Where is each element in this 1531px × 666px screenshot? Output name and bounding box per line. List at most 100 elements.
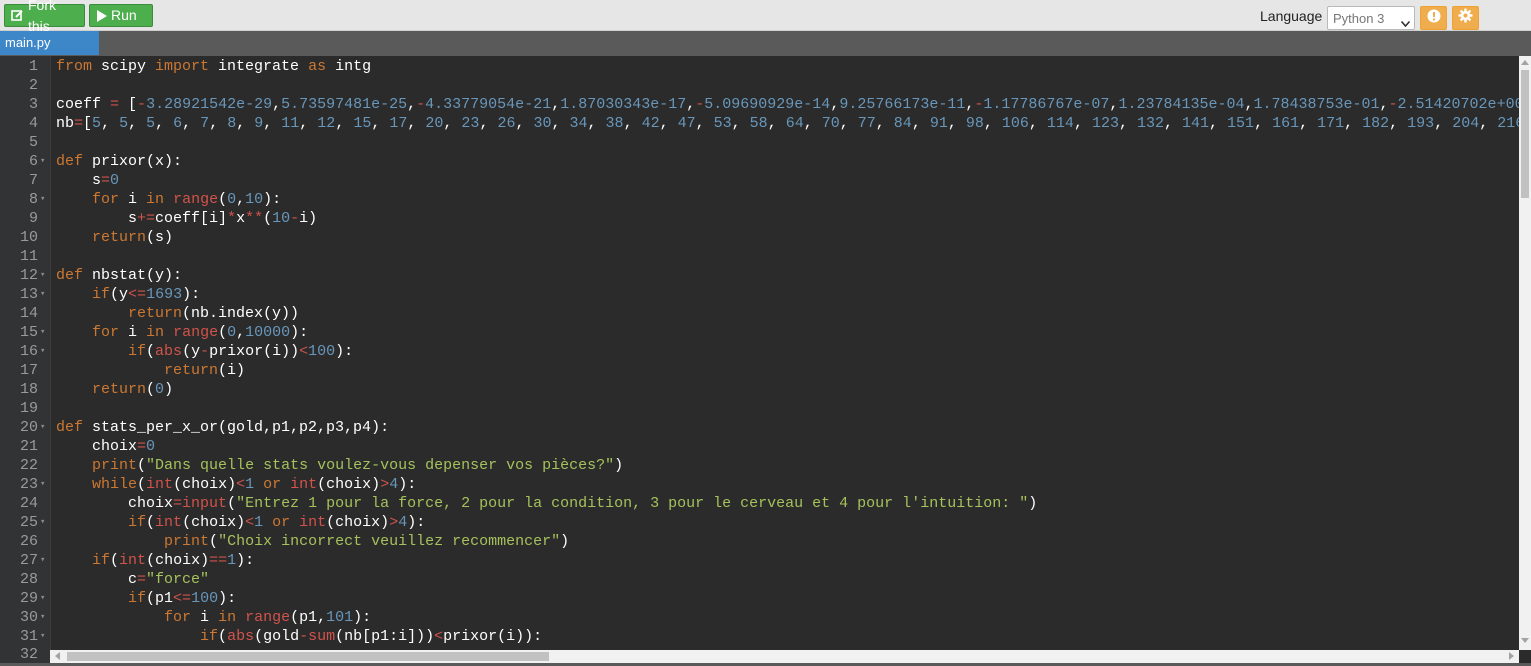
code-line[interactable]: 20 ▾ def stats_per_x_or(gold,p1,p2,p3,p4): [0, 418, 1519, 437]
code-token: ) [560, 533, 570, 550]
code-token: choix [56, 495, 174, 512]
code-token: choix [56, 438, 138, 455]
code-text: if(abs(gold-sum(nb[p1:i]))<prixor(i)): [56, 627, 542, 646]
line-number: 26 [19, 533, 38, 550]
code-token: 4.33779054e-21 [425, 96, 552, 113]
code-line[interactable]: 27 ▾ if(int(choix)==1): [0, 551, 1519, 570]
code-token: 77 [857, 115, 876, 132]
code-line[interactable]: 21 choix=0 [0, 437, 1519, 456]
code-line[interactable]: 7 s=0 [0, 171, 1519, 190]
code-line[interactable]: 22 print("Dans quelle stats voulez-vous … [0, 456, 1519, 475]
fold-arrow-icon[interactable]: ▾ [40, 152, 49, 171]
code-token: return [128, 305, 183, 322]
code-token: < [299, 343, 309, 360]
fold-arrow-icon[interactable]: ▾ [40, 342, 49, 361]
code-line[interactable]: 2 [0, 76, 1519, 95]
scroll-right-arrow-icon[interactable] [1509, 652, 1514, 660]
code-token: int [119, 552, 147, 569]
code-line[interactable]: 26 print("Choix incorrect veuillez recom… [0, 532, 1519, 551]
code-line[interactable]: 29 ▾ if(p1<=100): [0, 589, 1519, 608]
code-line[interactable]: 13 ▾ if(y<=1693): [0, 285, 1519, 304]
line-number: 16 [19, 343, 38, 360]
code-token: 47 [677, 115, 696, 132]
fold-arrow-icon[interactable]: ▾ [40, 627, 49, 646]
code-line[interactable]: 10 return(s) [0, 228, 1519, 247]
code-line[interactable]: 17 return(i) [0, 361, 1519, 380]
code-token: , [263, 115, 282, 132]
code-editor[interactable]: 1 from scipy import integrate as intg 2 3 co… [0, 56, 1519, 650]
code-token: stats_per_x_or(gold,p1,p2,p3,p4): [83, 419, 390, 436]
code-token: (gold [254, 628, 300, 645]
line-number: 5 [28, 134, 38, 151]
fold-arrow-icon[interactable]: ▾ [40, 266, 49, 285]
tab-main-py[interactable]: main.py [0, 31, 99, 55]
code-text: c="force" [56, 570, 209, 589]
code-text: print("Dans quelle stats voulez-vous dep… [56, 456, 623, 475]
run-button[interactable]: Run [89, 4, 153, 27]
scroll-down-arrow-icon[interactable] [1521, 638, 1529, 643]
code-line[interactable]: 3 coeff = [-3.28921542e-29,5.73597481e-25… [0, 95, 1519, 114]
code-line[interactable]: 15 ▾ for i in range(0,10000): [0, 323, 1519, 342]
fold-arrow-icon[interactable]: ▾ [40, 589, 49, 608]
code-text: if(p1<=100): [56, 589, 236, 608]
code-token: ( [209, 533, 219, 550]
fold-arrow-icon[interactable]: ▾ [40, 418, 49, 437]
code-line[interactable]: 4 nb=[5, 5, 5, 6, 7, 8, 9, 11, 12, 15, 17… [0, 114, 1519, 133]
code-line[interactable]: 9 s+=coeff[i]*x**(10-i) [0, 209, 1519, 228]
code-token: , [551, 96, 561, 113]
code-line[interactable]: 31 ▾ if(abs(gold-sum(nb[p1:i]))<prixor(i)… [0, 627, 1519, 646]
code-token: ): [407, 514, 426, 531]
code-token: 0 [146, 438, 156, 455]
fold-arrow-icon[interactable]: ▾ [40, 190, 49, 209]
code-token: 0 [227, 191, 237, 208]
scroll-left-arrow-icon[interactable] [55, 652, 60, 660]
code-line[interactable]: 28 c="force" [0, 570, 1519, 589]
code-line[interactable]: 12 ▾ def nbstat(y): [0, 266, 1519, 285]
code-token: 101 [326, 609, 354, 626]
code-text: if(int(choix)<1 or int(choix)>4): [56, 513, 425, 532]
horizontal-scroll-thumb[interactable] [67, 652, 549, 661]
code-line[interactable]: 14 return(nb.index(y)) [0, 304, 1519, 323]
info-button[interactable] [1420, 6, 1447, 30]
code-text: return(i) [56, 361, 245, 380]
code-token: 30 [533, 115, 552, 132]
code-line[interactable]: 24 choix=input("Entrez 1 pour la force, … [0, 494, 1519, 513]
code-line[interactable]: 30 ▾ for i in range(p1,101): [0, 608, 1519, 627]
toolbar: Fork this Run Language Python 3 [0, 0, 1531, 34]
line-number: 6 [28, 153, 38, 170]
code-line[interactable]: 25 ▾ if(int(choix)<1 or int(choix)>4): [0, 513, 1519, 532]
code-token: abs [227, 628, 255, 645]
play-icon [96, 9, 107, 22]
fold-arrow-icon[interactable]: ▾ [40, 323, 49, 342]
fold-arrow-icon[interactable]: ▾ [40, 551, 49, 570]
code-line[interactable]: 16 ▾ if(abs(y-prixor(i))<100): [0, 342, 1519, 361]
code-token: (y [110, 286, 129, 303]
settings-button[interactable] [1452, 6, 1479, 30]
code-line[interactable]: 18 return(0) [0, 380, 1519, 399]
code-token: 42 [641, 115, 660, 132]
fold-arrow-icon[interactable]: ▾ [40, 475, 49, 494]
fold-arrow-icon[interactable]: ▾ [40, 513, 49, 532]
vertical-scrollbar[interactable] [1519, 56, 1531, 650]
code-line[interactable]: 8 ▾ for i in range(0,10): [0, 190, 1519, 209]
code-line[interactable]: 19 [0, 399, 1519, 418]
code-token: , [371, 115, 390, 132]
horizontal-scrollbar[interactable] [50, 650, 1519, 663]
code-token: ( [146, 381, 156, 398]
fold-arrow-icon[interactable]: ▾ [40, 608, 49, 627]
code-token: sum [308, 628, 336, 645]
code-line[interactable]: 23 ▾ while(int(choix)<1 or int(choix)>4): [0, 475, 1519, 494]
code-token: c [56, 571, 138, 588]
code-line[interactable]: 6 ▾ def prixor(x): [0, 152, 1519, 171]
fork-button[interactable]: Fork this [4, 0, 85, 34]
scroll-up-arrow-icon[interactable] [1521, 60, 1529, 65]
code-line[interactable]: 11 [0, 247, 1519, 266]
vertical-scroll-thumb[interactable] [1521, 70, 1529, 198]
code-line[interactable]: 5 [0, 133, 1519, 152]
language-select[interactable]: Python 3 [1327, 6, 1415, 30]
fold-arrow-icon[interactable]: ▾ [40, 285, 49, 304]
code-token: , [830, 96, 840, 113]
code-line[interactable]: 1 from scipy import integrate as intg [0, 57, 1519, 76]
